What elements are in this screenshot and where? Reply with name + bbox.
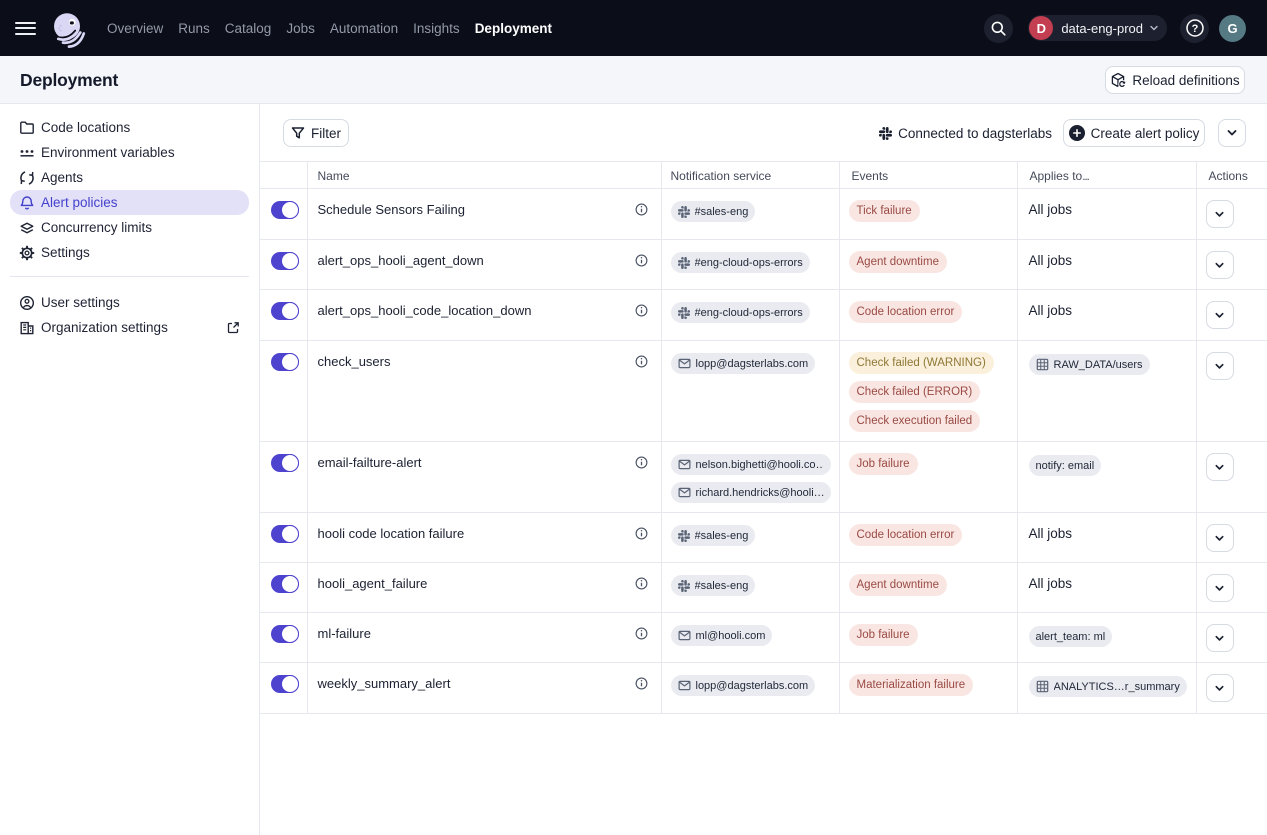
svg-text:?: ?	[1191, 23, 1198, 35]
